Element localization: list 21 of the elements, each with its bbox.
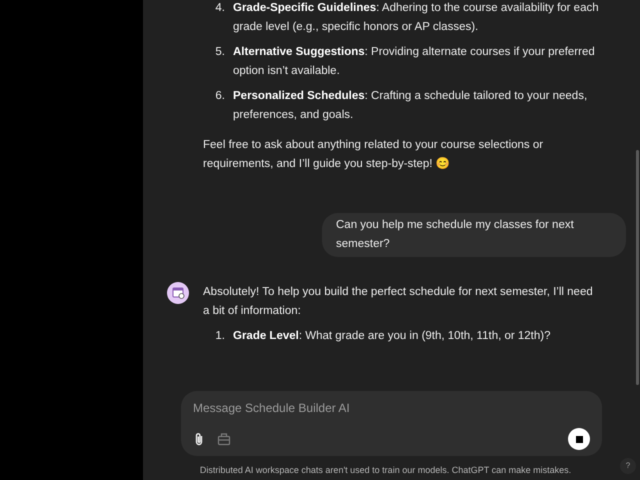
list-number: 4. (214, 1, 225, 16)
list-number: 1. (214, 329, 225, 344)
closing-paragraph: Feel free to ask about anything related to your course selections or requirements, and I’ll guide you step-by-step! 😊 (203, 138, 544, 172)
message-input[interactable]: Message Schedule Builder AI (193, 399, 590, 418)
list-item-text: Grade-Specific Guidelines: Adhering to the course availability for each grade level (e.g., specific honors or AP classes). (233, 1, 600, 35)
list-item-text: Personalized Schedules: Crafting a schedule tailored to your needs, preferences, and goals. (233, 89, 588, 123)
list-item-text: Alternative Suggestions: Providing alternate courses if your preferred option isn’t available. (233, 45, 596, 79)
stop-icon (576, 436, 582, 442)
toolbox-icon[interactable] (217, 432, 231, 446)
stop-button[interactable] (568, 428, 590, 450)
list-number: 6. (214, 89, 225, 104)
assistant-message-text: Absolutely! To help you build the perfect schedule for next semester, I’ll need a bit of information: (203, 285, 594, 319)
message-composer[interactable]: Message Schedule Builder AI (181, 391, 602, 456)
help-button[interactable]: ? (620, 458, 636, 474)
paperclip-icon[interactable] (193, 432, 205, 446)
list-item-text: Grade Level: What grade are you in (9th, 10th, 11th, or 12th)? (233, 329, 552, 344)
list-number: 5. (214, 45, 225, 60)
calendar-avatar-icon (167, 282, 189, 304)
scrollbar-thumb[interactable] (636, 150, 639, 385)
user-message-text: Can you help me schedule my classes for next semester? (336, 218, 575, 252)
disclaimer-text: Distributed AI workspace chats aren't used to train our models. ChatGPT can make mistakes. (200, 464, 572, 477)
